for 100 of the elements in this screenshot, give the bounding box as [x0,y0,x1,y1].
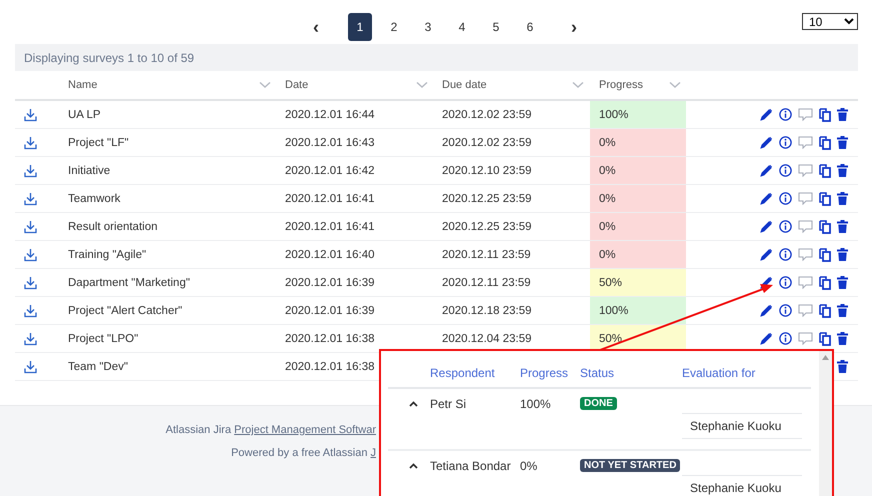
survey-name: Project "LPO" [68,332,138,344]
page-size-select[interactable]: 10 [802,13,858,30]
trash-icon[interactable] [837,192,848,205]
date-text: 2020.12.01 16:39 [285,304,375,316]
copy-icon[interactable] [819,136,831,150]
download-icon[interactable] [24,304,37,318]
survey-name: UA LP [68,108,101,120]
due-date-text: 2020.12.11 23:59 [442,276,531,288]
next-page-button[interactable]: › [562,13,586,41]
page-button[interactable]: 4 [450,13,474,41]
copy-icon[interactable] [819,220,831,234]
pencil-icon[interactable] [760,304,773,317]
page-button[interactable]: 2 [382,13,406,41]
download-icon[interactable] [24,248,37,262]
copy-icon[interactable] [819,276,831,290]
download-icon[interactable] [24,136,37,150]
pencil-icon[interactable] [760,164,773,177]
footer-link[interactable]: Project Management Softwar [234,424,376,436]
page-button[interactable]: 6 [518,13,542,41]
due-date-text: 2020.12.02 23:59 [442,136,532,148]
caret-icon[interactable] [408,463,418,469]
page-button[interactable]: 5 [484,13,508,41]
column-header[interactable]: Respondent [430,366,520,380]
download-icon[interactable] [24,360,37,374]
footer-text: Atlassian Jira Project Management Softwar [166,424,376,436]
info-icon[interactable] [779,108,792,121]
date-text: 2020.12.01 16:41 [285,192,375,204]
copy-icon[interactable] [819,304,831,318]
progress-text: 100% [599,108,628,120]
trash-icon[interactable] [837,248,848,261]
download-icon[interactable] [24,220,37,234]
column-header[interactable]: Progress [520,366,580,380]
trash-icon[interactable] [837,304,848,317]
survey-name: Initiative [68,164,110,176]
pencil-icon[interactable] [760,108,773,121]
survey-name: Dapartment "Marketing" [68,276,190,288]
footer-text: Powered by a free Atlassian J [231,447,376,459]
date-text: 2020.12.01 16:42 [285,164,375,176]
copy-icon[interactable] [819,248,831,262]
due-date-text: 2020.12.25 23:59 [442,192,532,204]
pencil-icon[interactable] [760,136,773,149]
caret-icon[interactable] [408,401,418,407]
column-header[interactable]: Name [68,79,98,91]
info-icon[interactable] [779,332,792,345]
download-icon[interactable] [24,164,37,178]
due-date-text: 2020.12.25 23:59 [442,220,532,232]
info-icon[interactable] [779,220,792,233]
info-icon[interactable] [779,164,792,177]
column-header[interactable]: Date [285,79,308,91]
survey-name: Teamwork [68,192,120,204]
trash-icon[interactable] [837,276,848,289]
download-icon[interactable] [24,192,37,206]
date-text: 2020.12.01 16:38 [285,332,375,344]
progress-text: 100% [520,397,551,411]
info-icon[interactable] [779,248,792,261]
download-icon[interactable] [24,332,37,346]
pencil-icon[interactable] [760,192,773,205]
info-icon[interactable] [779,136,792,149]
page-button[interactable]: 1 [348,13,372,41]
download-icon[interactable] [24,276,37,290]
download-icon[interactable] [24,108,37,122]
column-header[interactable]: Status [580,366,682,380]
pencil-icon[interactable] [760,248,773,261]
footer-link[interactable]: J [370,447,376,459]
date-text: 2020.12.01 16:41 [285,220,375,232]
trash-icon[interactable] [837,164,848,177]
survey-name: Team "Dev" [68,360,128,372]
scrollbar[interactable] [819,351,832,496]
due-date-text: 2020.12.11 23:59 [442,248,531,260]
due-date-text: 2020.12.04 23:59 [442,332,532,344]
copy-icon[interactable] [819,108,831,122]
previous-page-button[interactable]: ‹ [304,13,328,41]
progress-text: 0% [599,248,616,260]
info-icon[interactable] [779,276,792,289]
trash-icon[interactable] [837,332,848,345]
evaluation-name: Stephanie Kuoku [690,419,782,433]
progress-text: 0% [599,192,616,204]
copy-icon[interactable] [819,192,831,206]
info-icon[interactable] [779,192,792,205]
trash-icon[interactable] [837,220,848,233]
pencil-icon[interactable] [760,332,773,345]
column-header[interactable]: Due date [442,79,487,91]
info-icon[interactable] [779,304,792,317]
due-date-text: 2020.12.02 23:59 [442,108,532,120]
pencil-icon[interactable] [760,220,773,233]
copy-icon[interactable] [819,332,831,346]
due-date-text: 2020.12.18 23:59 [442,304,532,316]
status-badge: NOT YET STARTED [580,459,680,472]
status-badge: DONE [580,397,617,410]
due-date-text: 2020.12.10 23:59 [442,164,532,176]
trash-icon[interactable] [837,108,848,121]
column-header[interactable]: Progress [599,79,644,91]
page-button[interactable]: 3 [416,13,440,41]
progress-text: 50% [599,276,622,288]
trash-icon[interactable] [837,360,848,373]
trash-icon[interactable] [837,136,848,149]
respondent-name: Petr Si [430,397,466,411]
progress-text: 100% [599,304,628,316]
copy-icon[interactable] [819,164,831,178]
column-header[interactable]: Evaluation for [682,366,802,380]
